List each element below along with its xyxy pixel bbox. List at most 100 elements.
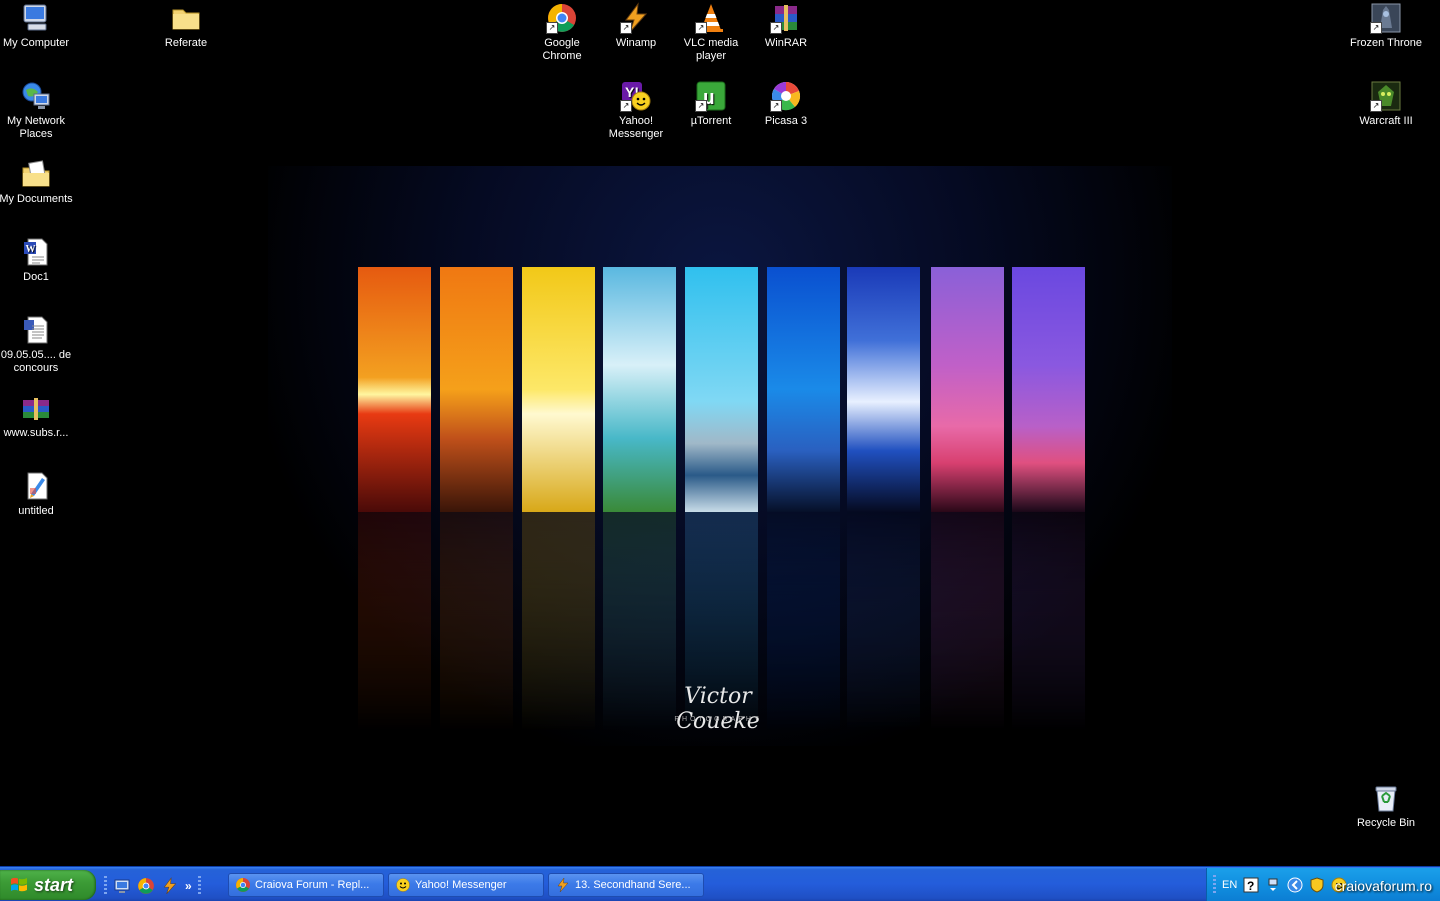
windows-logo-icon: [11, 877, 27, 892]
utorrent-icon: µ ↗: [695, 80, 727, 112]
shortcut-arrow-icon: ↗: [620, 100, 632, 112]
shortcut-arrow-icon: ↗: [546, 22, 558, 34]
desktop-icon-label: WinRAR: [764, 37, 808, 49]
desktop-icon-label: µTorrent: [690, 115, 732, 127]
desktop-icon-label: Warcraft III: [1359, 115, 1413, 127]
desktop-icon-label: untitled: [18, 505, 54, 517]
start-button[interactable]: start: [0, 870, 96, 900]
toolbar-grip[interactable]: [197, 876, 201, 896]
desktop-icon-label: Doc1: [23, 271, 49, 283]
wallpaper-strip-2: [440, 267, 513, 512]
chrome-icon[interactable]: [137, 877, 155, 895]
desktop-icon-vlc[interactable]: ↗ VLC media player: [673, 0, 749, 63]
winamp-icon: ↗: [620, 2, 652, 34]
my-computer-icon: [20, 2, 52, 34]
frozen-throne-icon: ↗: [1370, 2, 1402, 34]
toolbar-grip[interactable]: [1213, 874, 1216, 895]
language-bar-options-icon[interactable]: [1265, 877, 1281, 893]
desktop-icon-label: Recycle Bin: [1356, 817, 1416, 829]
desktop-icon-label: My Documents: [0, 193, 73, 205]
wallpaper-reflection-9: [1012, 512, 1085, 732]
desktop-icon-doc1[interactable]: W Doc1: [0, 234, 74, 284]
wallpaper-strip-6: [767, 267, 840, 512]
winamp-icon[interactable]: [161, 877, 179, 895]
shortcut-arrow-icon: ↗: [1370, 22, 1382, 34]
desktop-icon-recycle-bin[interactable]: Recycle Bin: [1348, 780, 1424, 830]
desktop-icon-09-05-05-de-concours[interactable]: 09.05.05.... de concours: [0, 312, 74, 375]
shortcut-arrow-icon: ↗: [1370, 100, 1382, 112]
wallpaper: Victor Coueke PHOTOGRAPHY: [268, 166, 1172, 746]
word-document-icon: W: [20, 236, 52, 268]
desktop-icon-winrar[interactable]: ↗ WinRAR: [748, 0, 824, 50]
toolbar-grip[interactable]: [104, 876, 107, 896]
wallpaper-strip-4: [603, 267, 676, 512]
warcraft-icon: ↗: [1370, 80, 1402, 112]
security-shield-icon[interactable]: [1309, 876, 1325, 893]
start-label: start: [34, 874, 74, 895]
document-icon: [20, 314, 52, 346]
my-documents-icon: [20, 158, 52, 190]
wallpaper-reflection-7: [847, 512, 920, 732]
desktop-icon-label: VLC media player: [683, 37, 739, 62]
watermark: craiovaforum.ro: [1334, 878, 1432, 894]
wallpaper-strip-3: [522, 267, 595, 512]
desktop-icon-winamp[interactable]: ↗ Winamp: [598, 0, 674, 50]
wallpaper-signature: Victor Coueke: [676, 684, 760, 734]
vlc-icon: ↗: [695, 2, 727, 34]
recycle-bin-icon: [1370, 782, 1402, 814]
winrar-icon: ↗: [770, 2, 802, 34]
svg-text:?: ?: [1247, 879, 1254, 893]
desktop-icon-label: Frozen Throne: [1350, 37, 1422, 49]
chrome-icon: ↗: [546, 2, 578, 34]
desktop-icon-label: My Computer: [2, 37, 70, 49]
desktop-icon-my-computer[interactable]: My Computer: [0, 0, 74, 50]
wallpaper-reflection-8: [931, 512, 1004, 732]
desktop-icon-label: 09.05.05.... de concours: [0, 349, 72, 374]
desktop-icon-utorrent[interactable]: µ ↗ µTorrent: [673, 78, 749, 128]
language-indicator[interactable]: EN: [1222, 879, 1237, 891]
desktop-icon-my-documents[interactable]: My Documents: [0, 156, 74, 206]
taskbar-button-craiova-forum[interactable]: Craiova Forum - Repl...: [228, 873, 384, 897]
quick-launch-bar: »: [104, 875, 201, 897]
network-places-icon: [20, 80, 52, 112]
picasa-icon: ↗: [770, 80, 802, 112]
chevron-left-icon[interactable]: [1287, 877, 1303, 893]
yahoo-messenger-icon: [396, 878, 410, 892]
wallpaper-strip-8: [931, 267, 1004, 512]
shortcut-arrow-icon: ↗: [620, 22, 632, 34]
desktop-icon-frozen-throne[interactable]: ↗ Frozen Throne: [1348, 0, 1424, 50]
wallpaper-strip-9: [1012, 267, 1085, 512]
folder-icon: [170, 2, 202, 34]
desktop-icon-label: Google Chrome: [542, 37, 582, 62]
wallpaper-strip-5: [685, 267, 758, 512]
quick-launch-more-button[interactable]: »: [185, 879, 192, 893]
wallpaper-strip-7: [847, 267, 920, 512]
chrome-icon: [236, 878, 250, 892]
wallpaper-reflection-1: [358, 512, 431, 732]
yahoo-messenger-icon: Y! ↗: [620, 80, 652, 112]
winrar-archive-icon: [20, 392, 52, 424]
desktop[interactable]: Victor Coueke PHOTOGRAPHY My Computer Re…: [0, 0, 1440, 866]
desktop-icon-google-chrome[interactable]: ↗ Google Chrome: [524, 0, 600, 63]
desktop-icon-label: My Network Places: [6, 115, 66, 140]
taskbar: start » Craiova Forum - Repl... Yahoo! M…: [0, 866, 1440, 901]
taskbar-button-label: Yahoo! Messenger: [415, 879, 507, 891]
desktop-icon-untitled[interactable]: untitled: [0, 468, 74, 518]
help-icon[interactable]: ?: [1243, 877, 1259, 893]
desktop-icon-yahoo-messenger[interactable]: Y! ↗ Yahoo! Messenger: [598, 78, 674, 141]
desktop-icon-label: Referate: [164, 37, 208, 49]
svg-text:W: W: [26, 244, 36, 255]
desktop-icon-label: Winamp: [615, 37, 657, 49]
taskbar-button-yahoo-messenger[interactable]: Yahoo! Messenger: [388, 873, 544, 897]
desktop-icon-label: Yahoo! Messenger: [608, 115, 664, 140]
desktop-icon-picasa[interactable]: ↗ Picasa 3: [748, 78, 824, 128]
wallpaper-signature-subtitle: PHOTOGRAPHY: [674, 716, 762, 723]
show-desktop-icon[interactable]: [113, 877, 131, 895]
desktop-icon-label: Picasa 3: [764, 115, 808, 127]
desktop-icon-my-network-places[interactable]: My Network Places: [0, 78, 74, 141]
paint-image-icon: [20, 470, 52, 502]
taskbar-button-winamp[interactable]: 13. Secondhand Sere...: [548, 873, 704, 897]
desktop-icon-referate[interactable]: Referate: [148, 0, 224, 50]
desktop-icon-www-subs[interactable]: www.subs.r...: [0, 390, 74, 440]
desktop-icon-warcraft-iii[interactable]: ↗ Warcraft III: [1348, 78, 1424, 128]
